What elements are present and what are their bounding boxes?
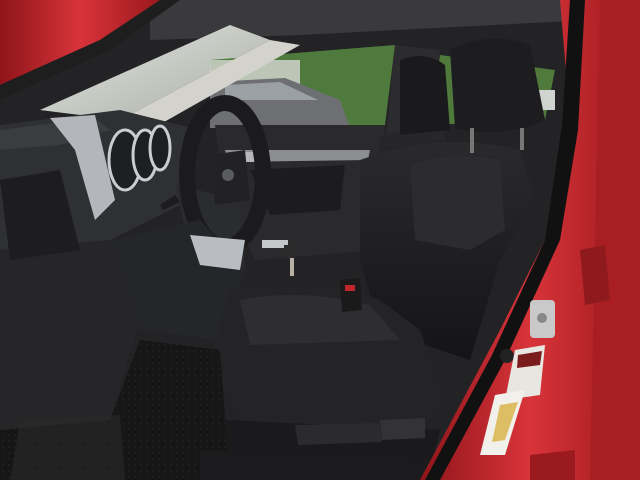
seat-adjust-lever[interactable] bbox=[295, 423, 382, 445]
door-striker bbox=[530, 300, 555, 338]
door-hinge bbox=[580, 245, 610, 305]
lower-latch bbox=[530, 450, 575, 480]
seatbelt-buckle[interactable] bbox=[340, 278, 362, 312]
headrest bbox=[450, 38, 545, 133]
body-plug bbox=[500, 349, 514, 363]
car-interior-photo bbox=[0, 0, 640, 480]
photo-canvas bbox=[0, 0, 640, 480]
